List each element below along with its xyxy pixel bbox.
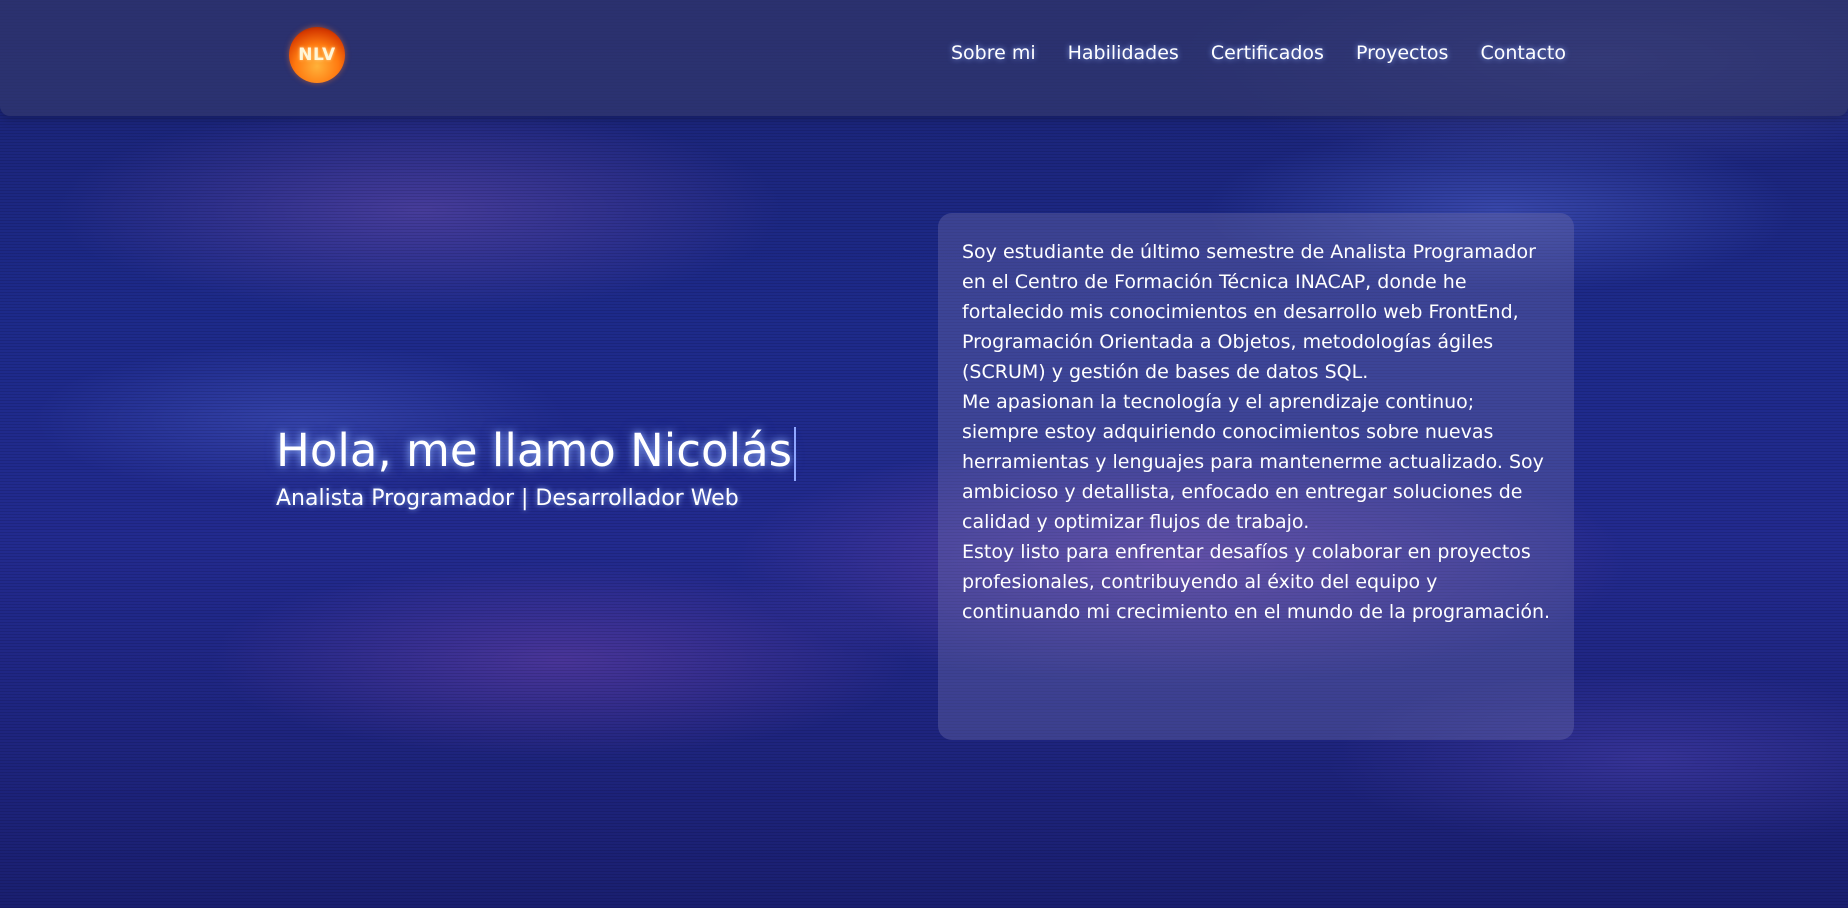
nav-link-habilidades[interactable]: Habilidades bbox=[1068, 42, 1179, 64]
hero-subtitle: Analista Programador | Desarrollador Web bbox=[276, 486, 739, 511]
logo-nlv[interactable]: NLV bbox=[289, 27, 345, 83]
nav-link-contacto[interactable]: Contacto bbox=[1480, 42, 1566, 64]
nav-link-sobre-mi[interactable]: Sobre mi bbox=[951, 42, 1036, 64]
nav-link-proyectos[interactable]: Proyectos bbox=[1356, 42, 1449, 64]
about-paragraph-3: Estoy listo para enfrentar desafíos y co… bbox=[962, 541, 1551, 623]
about-paragraph-2: Me apasionan la tecnología y el aprendiz… bbox=[962, 391, 1544, 533]
about-paragraph-1: Soy estudiante de último semestre de Ana… bbox=[962, 241, 1536, 383]
hero-title-text: Hola, me llamo Nicolás bbox=[276, 424, 793, 477]
about-card: Soy estudiante de último semestre de Ana… bbox=[938, 213, 1574, 740]
hero-intro: Hola, me llamo Nicolás Analista Programa… bbox=[276, 420, 886, 511]
logo-text: NLV bbox=[298, 45, 336, 65]
navbar: NLV Sobre mi Habilidades Certificados Pr… bbox=[0, 0, 1848, 116]
typing-cursor bbox=[794, 427, 797, 481]
nav-link-certificados[interactable]: Certificados bbox=[1211, 42, 1324, 64]
hero-title: Hola, me llamo Nicolás bbox=[276, 420, 886, 482]
nav-menu: Sobre mi Habilidades Certificados Proyec… bbox=[951, 42, 1566, 64]
